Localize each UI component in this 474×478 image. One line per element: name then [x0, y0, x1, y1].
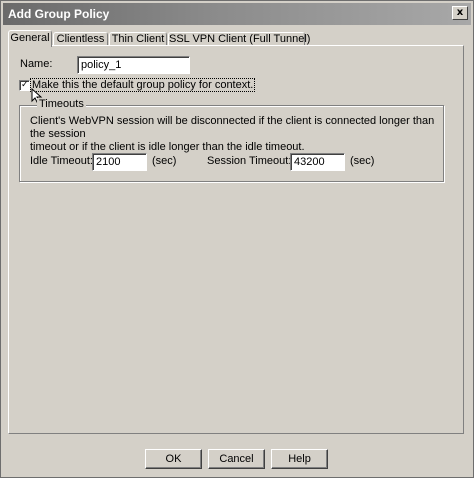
session-timeout-input[interactable]: 43200	[290, 153, 345, 171]
tab-general[interactable]: General	[8, 30, 52, 47]
idle-timeout-unit: (sec)	[152, 155, 177, 167]
window-title: Add Group Policy	[8, 7, 110, 21]
tab-clientless-label: Clientless	[56, 33, 105, 45]
idle-timeout-label: Idle Timeout:	[30, 155, 93, 167]
tab-general-label: General	[10, 32, 50, 44]
checkmark-icon: ✓	[21, 80, 29, 90]
cancel-button[interactable]: Cancel	[208, 449, 265, 469]
help-button[interactable]: Help	[271, 449, 328, 469]
timeouts-description-line1: Client's WebVPN session will be disconne…	[30, 115, 435, 140]
close-button[interactable]: x	[452, 6, 468, 20]
tab-clientless[interactable]: Clientless	[53, 32, 108, 46]
session-timeout-unit: (sec)	[350, 155, 375, 167]
session-timeout-label: Session Timeout:	[207, 155, 292, 167]
tab-thin-client-label: Thin Client	[111, 33, 165, 45]
ok-button[interactable]: OK	[145, 449, 202, 469]
timeouts-description: Client's WebVPN session will be disconne…	[30, 115, 440, 154]
timeouts-legend: Timeouts	[37, 98, 86, 110]
tab-thin-client[interactable]: Thin Client	[109, 32, 167, 46]
idle-timeout-input[interactable]: 2100	[92, 153, 147, 171]
title-bar[interactable]: Add Group Policy x	[3, 3, 471, 25]
name-label: Name:	[20, 58, 53, 70]
default-policy-label[interactable]: Make this the default group policy for c…	[29, 78, 256, 92]
close-icon: x	[456, 7, 464, 18]
name-input[interactable]: policy_1	[77, 56, 190, 74]
tab-ssl-vpn-client-label: SSL VPN Client (Full Tunnel)	[169, 33, 311, 45]
tab-ssl-vpn-client[interactable]: SSL VPN Client (Full Tunnel)	[168, 32, 310, 46]
default-policy-checkbox[interactable]: ✓	[19, 80, 30, 91]
